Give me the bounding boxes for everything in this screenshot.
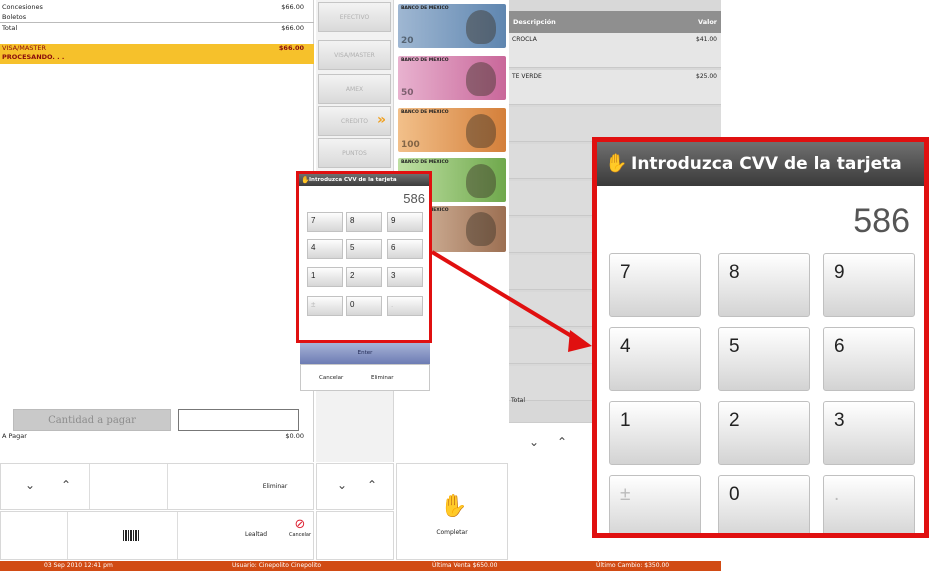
zoom-key-2[interactable]: 2	[718, 401, 810, 465]
zoom-key-4[interactable]: 4	[609, 327, 701, 391]
zoom-key-decimal[interactable]: .	[823, 475, 915, 533]
cvv-dialog-zoom: ✋ Introduzca CVV de la tarjeta 586 7 8 9…	[592, 137, 929, 538]
zoom-cvv-display: 586	[853, 202, 910, 240]
zoom-key-6[interactable]: 6	[823, 327, 915, 391]
zoom-key-0[interactable]: 0	[718, 475, 810, 533]
zoom-key-5[interactable]: 5	[718, 327, 810, 391]
hand-icon: ✋	[605, 153, 628, 174]
zoom-key-3[interactable]: 3	[823, 401, 915, 465]
zoom-key-7[interactable]: 7	[609, 253, 701, 317]
zoom-key-1[interactable]: 1	[609, 401, 701, 465]
zoom-dialog-title: ✋ Introduzca CVV de la tarjeta	[597, 142, 924, 186]
zoom-title-text: Introduzca CVV de la tarjeta	[631, 154, 902, 174]
zoom-key-8[interactable]: 8	[718, 253, 810, 317]
zoom-key-9[interactable]: 9	[823, 253, 915, 317]
zoom-key-plus-minus[interactable]: ±	[609, 475, 701, 533]
